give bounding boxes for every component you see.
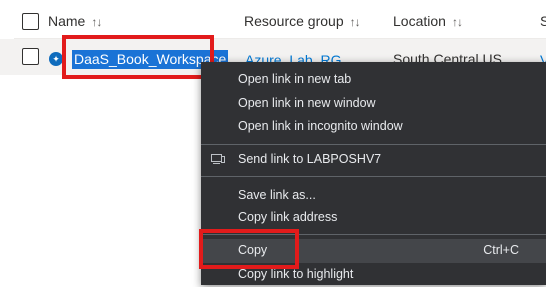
annotation-highlight-workspace bbox=[62, 35, 214, 79]
column-header-next[interactable]: S bbox=[540, 13, 546, 29]
menu-item-open-new-tab[interactable]: Open link in new tab bbox=[201, 68, 546, 92]
select-all-checkbox[interactable] bbox=[22, 13, 39, 30]
column-header-name[interactable]: Name ↑↓ bbox=[48, 13, 102, 29]
menu-item-open-incognito[interactable]: Open link in incognito window bbox=[201, 115, 546, 139]
row-checkbox[interactable] bbox=[22, 48, 39, 65]
menu-item-label: Copy link to highlight bbox=[238, 267, 354, 281]
column-header-name-label: Name bbox=[48, 13, 86, 29]
column-header-location-label: Location bbox=[393, 13, 446, 29]
sort-arrows-icon[interactable]: ↑↓ bbox=[91, 15, 102, 29]
menu-separator bbox=[201, 176, 546, 177]
menu-item-label: Open link in new tab bbox=[238, 72, 352, 86]
menu-item-label: Copy link address bbox=[238, 210, 338, 224]
workspace-icon: ✦ bbox=[49, 52, 63, 66]
column-header-location[interactable]: Location ↑↓ bbox=[393, 13, 463, 29]
menu-separator bbox=[201, 144, 546, 145]
menu-item-copy-link-address[interactable]: Copy link address bbox=[201, 206, 546, 230]
column-header-resource-group[interactable]: Resource group ↑↓ bbox=[244, 13, 361, 29]
menu-item-label: Open link in new window bbox=[238, 96, 376, 110]
device-icon bbox=[211, 154, 225, 164]
menu-item-label: Save link as... bbox=[238, 188, 316, 202]
menu-item-label: Open link in incognito window bbox=[238, 119, 403, 133]
menu-item-shortcut: Ctrl+C bbox=[483, 243, 519, 257]
menu-item-label: Send link to LABPOSHV7 bbox=[238, 152, 382, 166]
menu-item-send-link[interactable]: Send link to LABPOSHV7 bbox=[201, 148, 546, 172]
annotation-highlight-copy bbox=[199, 229, 299, 269]
sort-arrows-icon[interactable]: ↑↓ bbox=[452, 15, 463, 29]
menu-item-open-new-window[interactable]: Open link in new window bbox=[201, 92, 546, 116]
menu-item-save-link-as[interactable]: Save link as... bbox=[201, 184, 546, 208]
sort-arrows-icon[interactable]: ↑↓ bbox=[350, 15, 361, 29]
column-header-resource-group-label: Resource group bbox=[244, 13, 344, 29]
